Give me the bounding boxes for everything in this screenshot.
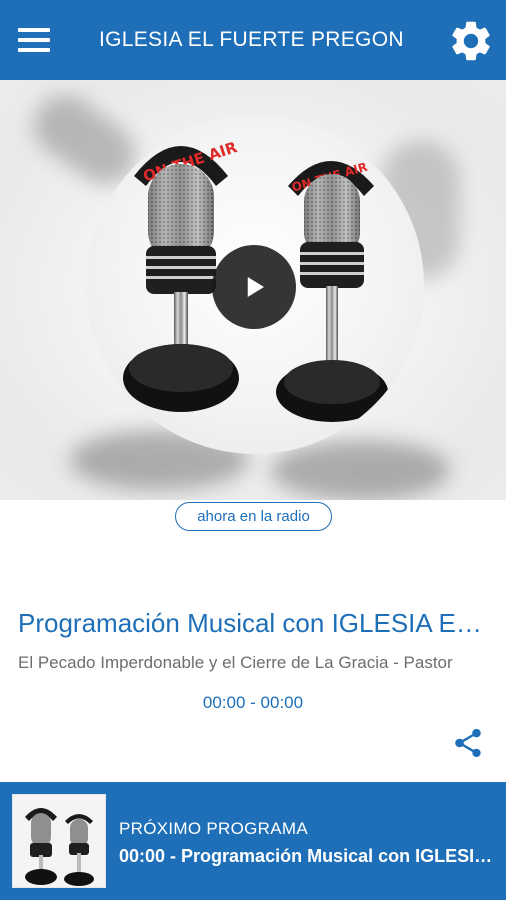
next-program-title: 00:00 - Programación Musical con IGLESIA… xyxy=(119,846,499,866)
share-icon[interactable] xyxy=(451,726,485,760)
program-time: 00:00 - 00:00 xyxy=(202,693,304,712)
program-subtitle: El Pecado Imperdonable y el Cierre de La… xyxy=(18,653,453,672)
app-title: IGLESIA EL FUERTE PREGON xyxy=(99,28,404,51)
app-header: IGLESIA EL FUERTE PREGON xyxy=(0,0,506,80)
play-icon xyxy=(247,277,264,297)
gear-icon[interactable] xyxy=(447,17,495,65)
app-screen: IGLESIA EL FUERTE PREGON ON THE AIR ON A… xyxy=(0,0,506,900)
next-program-thumbnail xyxy=(12,794,106,888)
play-button[interactable] xyxy=(212,245,296,329)
program-title: Programación Musical con IGLESIA EL FUER… xyxy=(18,608,493,638)
on-air-badge: ahora en la radio xyxy=(175,502,332,531)
next-program-bar[interactable]: PRÓXIMO PROGRAMA 00:00 - Programación Mu… xyxy=(0,782,506,900)
menu-icon[interactable] xyxy=(18,22,60,58)
next-program-label: PRÓXIMO PROGRAMA xyxy=(119,819,308,838)
